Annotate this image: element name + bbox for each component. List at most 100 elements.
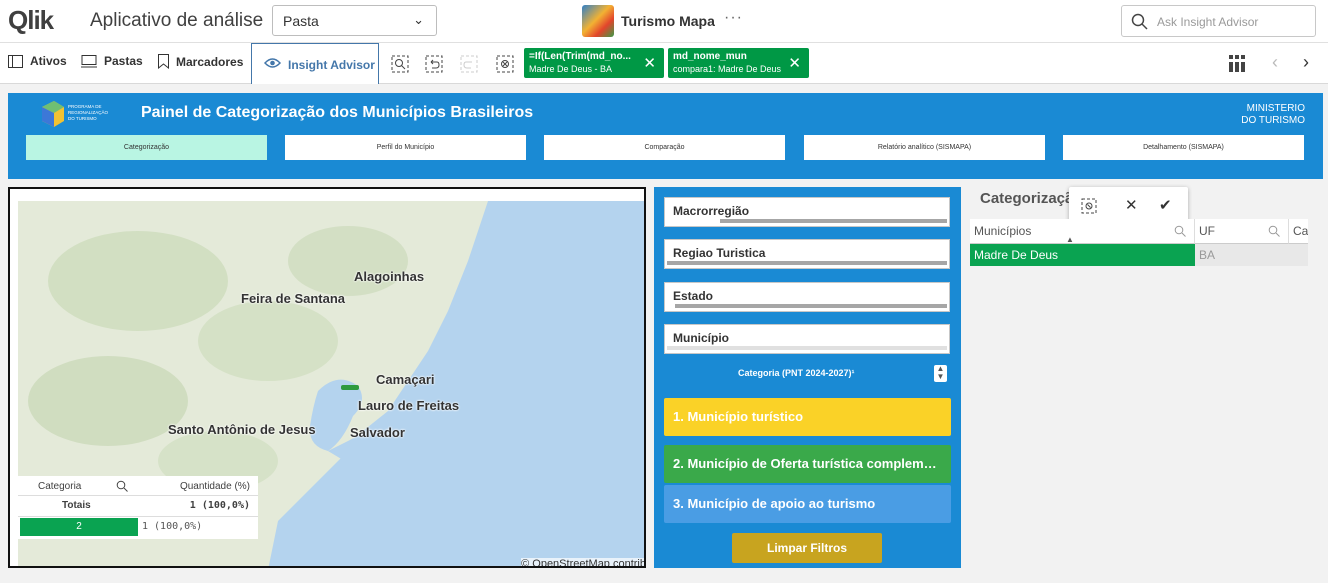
category-button-oferta-complementar[interactable]: 2. Município de Oferta turística complem… (664, 445, 951, 483)
column-header-municipios[interactable]: Municípios ▲ (970, 219, 1195, 244)
ask-insight-advisor-input[interactable]: Ask Insight Advisor (1121, 5, 1316, 37)
bookmark-icon (158, 54, 169, 69)
filter-label: Regiao Turistica (673, 246, 766, 260)
bookmarks-label: Marcadores (176, 54, 244, 69)
eye-icon (264, 58, 281, 68)
tab-comparacao[interactable]: Comparação (544, 135, 785, 160)
confirm-selection-icon[interactable]: ✔ (1159, 196, 1172, 214)
cancel-selection-icon[interactable]: ✕ (1125, 196, 1138, 214)
filter-macrorregiao[interactable]: Macrorregião (664, 197, 950, 227)
totals-label: Totais (62, 500, 91, 511)
filter-bar (667, 261, 947, 265)
map-label-lauro-de-freitas: Lauro de Freitas (358, 398, 460, 413)
chip-value: Madre De Deus - BA (529, 64, 613, 74)
chip-field: md_nome_mun (673, 51, 747, 62)
previous-sheet-icon: ‹ (1272, 52, 1278, 72)
insight-label: Insight Advisor (288, 58, 375, 72)
category-button-apoio[interactable]: 3. Município de apoio ao turismo (664, 485, 951, 523)
map-label-feira-de-santana: Feira de Santana (241, 291, 346, 306)
totals-value: 1 (100,0%) (189, 500, 250, 511)
toolbar: Ativos Pastas Marcadores Insight Advisor… (0, 43, 1328, 84)
map-attribution: © OpenStreetMap contrib (521, 558, 646, 568)
column-label: Ca (1293, 224, 1308, 238)
ministry-logo: MINISTERIO DO TURISMO (1241, 103, 1305, 127)
grid-icon[interactable] (1229, 55, 1245, 72)
table-row[interactable]: 2 1 (100,0%) (18, 518, 258, 538)
tab-categorizacao[interactable]: Categorização (26, 135, 267, 160)
sheet-select-value: Pasta (283, 13, 319, 29)
sheet-select[interactable]: Pasta ⌄ (272, 5, 437, 36)
map-label-camacari: Camaçari (376, 372, 435, 387)
clear-filters-button[interactable]: Limpar Filtros (732, 533, 882, 563)
svg-text:REGIONALIZAÇÃO: REGIONALIZAÇÃO (68, 109, 108, 115)
map-panel: Alagoinhas Feira de Santana Camaçari Lau… (8, 187, 646, 568)
selection-chip-1[interactable]: =If(Len(Trim(md_no... Madre De Deus - BA… (524, 48, 664, 78)
app-title: Aplicativo de análise (90, 10, 264, 31)
assets-button[interactable]: Ativos (8, 54, 67, 68)
qlik-logo[interactable]: Qlik (8, 5, 54, 36)
tab-relatorio-sismapa[interactable]: Relatório analítico (SISMAPA) (804, 135, 1045, 160)
filter-label: Estado (673, 289, 714, 303)
column-header-uf[interactable]: UF (1195, 219, 1289, 244)
step-back-icon[interactable] (425, 55, 443, 73)
column-label: UF (1199, 224, 1215, 238)
search-icon (1131, 13, 1148, 30)
bookmarks-button[interactable]: Marcadores (158, 54, 243, 69)
svg-text:PROGRAMA DE: PROGRAMA DE (68, 104, 102, 109)
totals-row: Totais 1 (100,0%) (18, 496, 258, 517)
program-logo: PROGRAMA DE REGIONALIZAÇÃO DO TURISMO (42, 101, 108, 127)
map-label-alagoinhas: Alagoinhas (354, 269, 425, 284)
table-row-categoria-cell[interactable] (1289, 244, 1308, 266)
category-cell: 2 (20, 518, 138, 536)
category-button-turistico[interactable]: 1. Município turístico (664, 398, 951, 436)
filter-regiao-turistica[interactable]: Regiao Turistica (664, 239, 950, 269)
filter-estado[interactable]: Estado (664, 282, 950, 312)
clear-selection-icon[interactable] (1081, 198, 1097, 214)
close-icon[interactable]: ✕ (788, 54, 801, 72)
sheet-icon (81, 54, 97, 67)
column-label: Municípios (974, 224, 1032, 238)
filter-label: Macrorregião (673, 204, 750, 218)
tab-perfil-municipio[interactable]: Perfil do Município (285, 135, 526, 160)
tab-detalhamento-sismapa[interactable]: Detalhamento (SISMAPA) (1063, 135, 1304, 160)
filter-panel: Macrorregião Regiao Turistica Estado Mun… (654, 187, 961, 568)
close-icon[interactable]: ✕ (643, 54, 656, 72)
map-label-salvador: Salvador (350, 425, 405, 440)
smart-search-icon[interactable] (391, 55, 409, 73)
selection-chip-2[interactable]: md_nome_mun compara1: Madre De Deus ✕ (668, 48, 809, 78)
search-icon[interactable] (1174, 225, 1186, 237)
app-name[interactable]: Turismo Mapa (621, 13, 715, 29)
search-icon[interactable] (116, 480, 128, 492)
search-icon[interactable] (1268, 225, 1280, 237)
column-header-categoria[interactable]: Categoria (38, 481, 81, 492)
panel-icon (8, 54, 23, 68)
dashboard-title: Painel de Categorização dos Municípios B… (141, 104, 534, 121)
filter-label: Município (673, 331, 729, 345)
table-row-uf-cell[interactable]: BA (1195, 244, 1289, 266)
column-header-categoria[interactable]: Ca (1289, 219, 1308, 244)
filter-bar (667, 219, 947, 223)
top-bar: Qlik Aplicativo de análise Pasta ⌄ Turis… (0, 0, 1328, 43)
filter-bar (667, 304, 947, 308)
more-options-button[interactable]: ··· (724, 9, 743, 27)
filter-municipio[interactable]: Município (664, 324, 950, 354)
step-forward-icon (460, 55, 478, 73)
category-summary-table: Categoria Quantidade (%) Totais 1 (100,0… (18, 476, 258, 539)
table-row-municipio-cell[interactable]: Madre De Deus (970, 244, 1195, 266)
panel-title: Categorização (980, 190, 1083, 207)
app-thumbnail (582, 5, 614, 37)
table-header: Categoria Quantidade (%) (18, 476, 258, 496)
next-sheet-icon[interactable]: › (1303, 52, 1309, 73)
chip-value: compara1: Madre De Deus (673, 64, 782, 74)
clear-selections-icon[interactable] (496, 55, 514, 73)
insight-advisor-button[interactable]: Insight Advisor (251, 43, 379, 84)
sheets-button[interactable]: Pastas (81, 54, 143, 68)
ministry-line-2: DO TURISMO (1241, 115, 1305, 126)
dashboard-banner: PROGRAMA DE REGIONALIZAÇÃO DO TURISMO Pa… (8, 93, 1323, 179)
svg-text:DO TURISMO: DO TURISMO (68, 116, 97, 121)
assets-label: Ativos (30, 54, 67, 68)
logo-text: Qlik (8, 5, 54, 35)
ask-placeholder: Ask Insight Advisor (1157, 15, 1259, 29)
sort-stepper-icon[interactable]: ▲ ▼ (934, 365, 947, 382)
column-header-quantidade[interactable]: Quantidade (%) (180, 481, 250, 492)
